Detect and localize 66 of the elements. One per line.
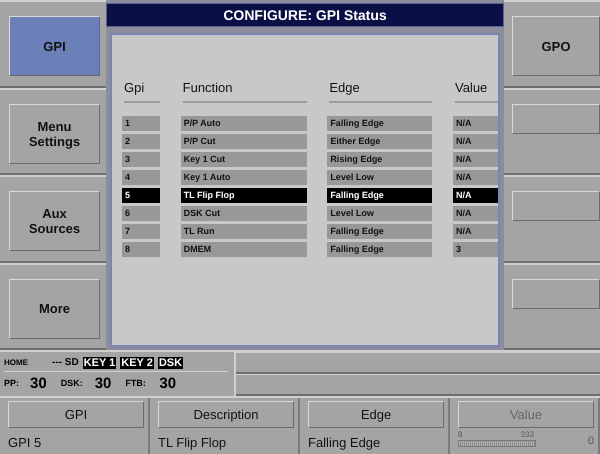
menu-button[interactable]: GPI	[9, 16, 100, 76]
key-indicator: KEY 1	[82, 356, 116, 368]
menu-button[interactable]: Menu Settings	[9, 104, 100, 164]
blank-button[interactable]	[512, 104, 600, 134]
table-cell[interactable]: N/A	[453, 170, 498, 185]
parameter-value: GPI 5	[8, 435, 42, 450]
table-cell[interactable]: Level Low	[327, 206, 432, 221]
table-cell[interactable]: TL Run	[180, 224, 307, 239]
value-slider[interactable]	[458, 440, 536, 447]
table-cell[interactable]: 7	[122, 224, 160, 239]
rate-value: 30	[159, 374, 176, 392]
table-cell[interactable]: Either Edge	[327, 134, 432, 149]
parameter-value: Falling Edge	[308, 435, 382, 450]
table-cell[interactable]: 8	[122, 242, 160, 257]
column-header: Gpi	[124, 80, 160, 103]
blank-button[interactable]	[512, 278, 600, 308]
table-cell[interactable]: N/A	[453, 206, 498, 221]
table-cell[interactable]: N/A	[453, 152, 498, 167]
parameter-button[interactable]: GPI	[8, 401, 144, 428]
table-cell[interactable]: Falling Edge	[327, 242, 432, 257]
min-label: 8	[458, 430, 462, 439]
menu-button[interactable]: Aux Sources	[9, 191, 100, 251]
rate-value: 30	[94, 374, 112, 392]
parameter-value: TL Flip Flop	[158, 435, 228, 450]
table-cell[interactable]: Falling Edge	[327, 224, 432, 239]
table-cell[interactable]: 1	[122, 116, 160, 131]
table-cell[interactable]: 2	[122, 134, 160, 149]
mode-label: HOME	[4, 358, 28, 367]
column-header: Value	[455, 80, 498, 103]
table-cell[interactable]: 4	[122, 170, 160, 185]
blank-button[interactable]	[512, 191, 600, 221]
key-indicator: DSK	[158, 356, 184, 368]
table-cell[interactable]: TL Flip Flop	[180, 188, 307, 203]
table-cell[interactable]: 3	[453, 242, 498, 257]
column-header: Edge	[329, 80, 432, 103]
table-cell[interactable]: Level Low	[327, 170, 432, 185]
rate-label: FTB:	[125, 378, 147, 388]
table-cell[interactable]: 5	[122, 188, 160, 203]
table-cell[interactable]: 6	[122, 206, 160, 221]
table-cell[interactable]: 3	[122, 152, 160, 167]
table-cell[interactable]: N/A	[453, 116, 498, 131]
table-cell[interactable]: Key 1 Cut	[180, 152, 307, 167]
table-cell[interactable]: Rising Edge	[327, 152, 432, 167]
table-cell[interactable]: DMEM	[180, 242, 307, 257]
max-label: 0	[588, 435, 594, 447]
format-label: --- SD	[52, 357, 79, 368]
rate-label: PP:	[4, 378, 20, 388]
table-cell[interactable]: P/P Auto	[180, 116, 307, 131]
table-cell[interactable]: N/A	[453, 134, 498, 149]
window-title: CONFIGURE: GPI Status	[106, 3, 504, 27]
table-cell[interactable]: Key 1 Auto	[180, 170, 307, 185]
table-cell[interactable]: Falling Edge	[327, 188, 432, 203]
table-cell[interactable]: N/A	[453, 224, 498, 239]
key-indicator: KEY 2	[120, 356, 154, 368]
column-header: Function	[182, 80, 307, 103]
table-cell[interactable]: Falling Edge	[327, 116, 432, 131]
menu-button[interactable]: More	[9, 278, 100, 338]
rate-value: 30	[30, 374, 47, 392]
menu-button[interactable]: GPO	[512, 16, 600, 76]
table-cell[interactable]: DSK Cut	[180, 206, 307, 221]
table-cell[interactable]: N/A	[453, 188, 498, 203]
slider-reading: 333	[520, 430, 534, 439]
table-cell[interactable]: P/P Cut	[180, 134, 307, 149]
parameter-button[interactable]: Description	[158, 401, 294, 428]
parameter-button[interactable]: Edge	[308, 401, 444, 428]
rate-label: DSK:	[60, 378, 84, 388]
